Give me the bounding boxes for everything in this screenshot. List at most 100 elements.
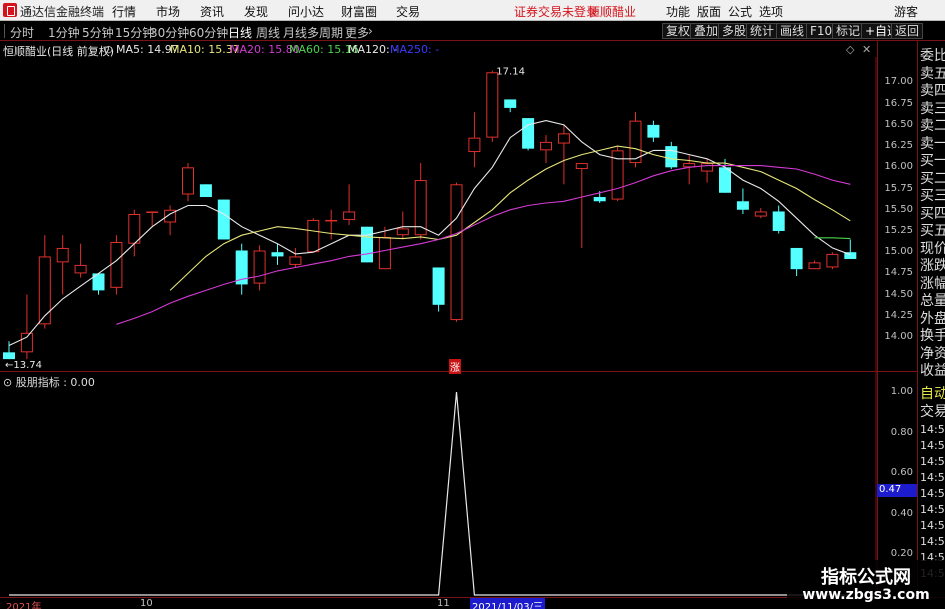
menu-faxian[interactable]: 发现: [244, 3, 268, 20]
side-sub-label[interactable]: 交易: [920, 401, 945, 421]
tab-fenshi[interactable]: 分时: [10, 24, 34, 41]
candle: [683, 154, 696, 185]
app-title: 通达信金融终端: [20, 5, 105, 19]
tab-monthly[interactable]: 月线: [283, 24, 307, 41]
candle: [557, 124, 570, 185]
close-icon[interactable]: ✕: [862, 43, 871, 56]
tab-multi-period[interactable]: 多周期: [307, 24, 343, 41]
tongji-button[interactable]: 统计: [746, 23, 779, 39]
price-tick: 16.00: [884, 161, 913, 173]
watermark-url: www.zbgs3.com: [802, 587, 930, 603]
price-tick: 16.75: [884, 97, 913, 109]
sub-tick: 0.60: [890, 467, 913, 479]
ma20-line: [116, 165, 851, 325]
side-time: 14:5: [920, 471, 945, 484]
price-tick: 14.50: [884, 288, 913, 300]
guest-label[interactable]: 游客: [894, 3, 918, 20]
ma-info-line: 恒顺醋业(日线 前复权) ⊙ MA5: 14.97 MA10: 15.37 MA…: [0, 41, 877, 58]
watermark-title: 指标公式网: [821, 567, 911, 588]
candle: [736, 188, 749, 214]
menu-jiaoyi[interactable]: 交易: [396, 3, 420, 20]
tab-1min[interactable]: 1分钟: [48, 24, 80, 41]
candle: [808, 260, 821, 270]
sub-tick: 0.40: [890, 507, 913, 519]
candle: [361, 226, 373, 263]
side-time: 14:5: [920, 503, 945, 516]
candle: [611, 146, 624, 202]
date-label-year: 2021年: [6, 602, 42, 609]
candle: [199, 184, 212, 198]
back-button[interactable]: 返回: [891, 23, 924, 39]
candle: [217, 199, 230, 240]
candle: [790, 247, 803, 276]
sub-tick: 1.00: [890, 386, 913, 398]
candle: [289, 247, 302, 268]
price-tick: 17.00: [884, 76, 913, 88]
ma250-value: MA250: -: [390, 43, 440, 56]
side-sub-label[interactable]: 自动: [920, 383, 945, 403]
candle: [396, 211, 409, 240]
candle: [343, 184, 356, 226]
candle: [20, 294, 33, 360]
menu-gongshi[interactable]: 公式: [728, 3, 752, 20]
menu-gongneng[interactable]: 功能: [666, 3, 690, 20]
candle: [486, 70, 499, 142]
menu-wenxiaoda[interactable]: 问小达: [288, 3, 324, 20]
app-logo-icon: [3, 3, 17, 17]
sub-indicator-line: [9, 392, 851, 596]
candle: [378, 226, 391, 270]
side-time: 14:5: [920, 423, 945, 436]
candle: [128, 209, 141, 257]
watermark: 指标公式网 www.zbgs3.com: [787, 560, 945, 609]
huaxian-button[interactable]: 画线: [776, 23, 809, 39]
biaoji-button[interactable]: 标记: [832, 23, 865, 39]
candle: [164, 205, 177, 236]
menu-zixun[interactable]: 资讯: [200, 3, 224, 20]
candle: [450, 182, 463, 322]
high-annotation: 17.14: [496, 67, 525, 78]
tab-more[interactable]: 更多: [345, 24, 369, 41]
tab-weekly[interactable]: 周线: [256, 24, 280, 41]
candle: [844, 239, 857, 259]
tab-60min[interactable]: 60分钟: [189, 24, 228, 41]
candle: [647, 120, 660, 142]
tab-5min[interactable]: 5分钟: [82, 24, 114, 41]
price-axis[interactable]: 17.00 16.75 16.50 16.25 16.00 15.75 15.50 15.25…: [877, 41, 917, 371]
candle: [575, 163, 588, 248]
candle: [253, 245, 266, 291]
price-tick: 15.50: [884, 203, 913, 215]
candle: [468, 112, 481, 168]
price-tick: 14.00: [884, 331, 913, 343]
candlestick-chart[interactable]: 17.14 ←13.74: [0, 57, 877, 371]
period-toolbar: 分时 1分钟 5分钟 15分钟 30分钟 60分钟 日线 周线 月线 多周期 更…: [0, 21, 945, 41]
menu-hangqing[interactable]: 行情: [112, 3, 136, 20]
price-tick: 16.25: [884, 140, 913, 152]
quote-side-panel: 委比 卖五 卖四 卖三 卖二 卖一 买一 买二 买三 买四 买五 现价 涨跌 涨幅 总量 外盘 换手 净资 收益 自动…: [917, 41, 945, 597]
candle: [504, 99, 517, 113]
tab-15min[interactable]: 15分钟: [115, 24, 154, 41]
settings-icon[interactable]: ⊙: [104, 43, 113, 56]
price-tick: 14.75: [884, 267, 913, 279]
date-label-nov: 11: [437, 598, 450, 609]
menu-banmian[interactable]: 版面: [697, 3, 721, 20]
chevron-right-icon[interactable]: ›: [368, 24, 373, 38]
cursor-value-label: 0.47: [877, 484, 917, 497]
tab-daily[interactable]: 日线: [228, 24, 252, 41]
menu-caifuquan[interactable]: 财富圈: [341, 3, 377, 20]
menu-xuanxiang[interactable]: 选项: [759, 3, 783, 20]
price-tick: 14.25: [884, 309, 913, 321]
sub-indicator-chart[interactable]: [0, 372, 877, 597]
tab-30min[interactable]: 30分钟: [150, 24, 189, 41]
login-status[interactable]: 证券交易未登录: [514, 3, 598, 20]
sub-tick: 0.80: [890, 426, 913, 438]
candle: [325, 209, 338, 240]
candle: [38, 235, 51, 329]
expand-icon[interactable]: ◇: [846, 43, 854, 56]
menu-shichang[interactable]: 市场: [156, 3, 180, 20]
sub-tick: 0.20: [890, 548, 913, 560]
candle: [772, 205, 785, 234]
candle: [56, 235, 69, 295]
title-bar: 通达信金融终端 行情 市场 资讯 发现 问小达 财富圈 交易 证券交易未登录 恒…: [0, 0, 945, 21]
toolbar-grip: [4, 24, 5, 38]
price-tick: 15.00: [884, 246, 913, 258]
